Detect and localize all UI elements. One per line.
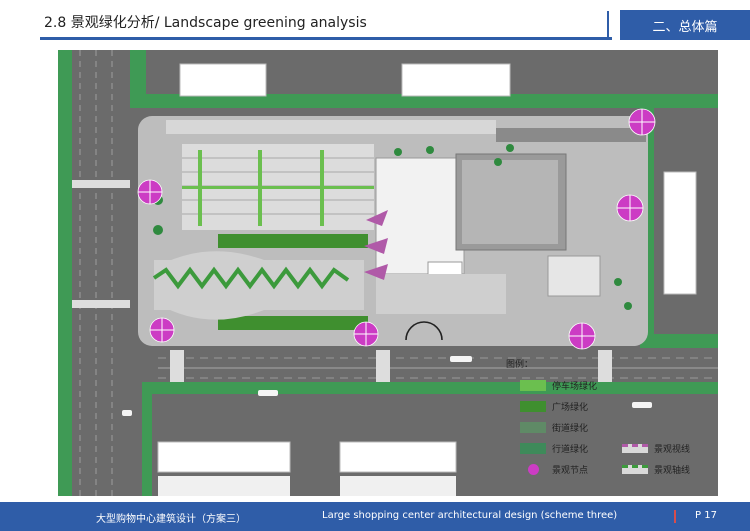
residential-block (339, 441, 457, 473)
chapter-tab[interactable]: 二、总体篇 (620, 10, 750, 40)
legend-swatch (520, 379, 546, 391)
legend-title: 图例： (506, 360, 534, 370)
footer-english-title: Large shopping center architectural desi… (322, 510, 618, 521)
legend-swatch (520, 463, 546, 475)
street-greenery-left (58, 50, 72, 496)
main-building (375, 157, 465, 275)
page-footer: 大型购物中心建筑设计（方案三） Large shopping center ar… (0, 502, 750, 531)
section-title: 2.8 景观绿化分析/ Landscape greening analysis (44, 15, 367, 31)
legend-swatch (622, 464, 648, 474)
legend-swatch (520, 400, 546, 412)
legend-swatch (520, 442, 546, 454)
header-rule (40, 37, 612, 40)
legend: 图例： 停车场绿化 广场绿化 街道绿化 行道绿化 景观视线 景观节点 景观轴线 (506, 357, 718, 487)
legend-item-landscape-sightline: 景观视线 (622, 442, 690, 455)
residential-block (179, 63, 267, 97)
legend-swatch (520, 421, 546, 433)
header-divider (607, 11, 609, 39)
legend-item-street-greenery: 街道绿化 (520, 421, 588, 434)
residential-block (663, 171, 697, 295)
page-number: P 17 (695, 510, 717, 521)
footer-project-title: 大型购物中心建筑设计（方案三） (96, 514, 246, 525)
legend-item-landscape-node: 景观节点 (520, 463, 588, 476)
legend-swatch (622, 443, 648, 453)
legend-item-plaza-greenery: 广场绿化 (520, 400, 588, 413)
footer-divider (674, 510, 676, 523)
residential-block (157, 441, 291, 473)
legend-item-sidewalk-greenery: 行道绿化 (520, 442, 588, 455)
residential-block (401, 63, 511, 97)
legend-item-parking-greenery: 停车场绿化 (520, 379, 597, 392)
legend-item-landscape-axis: 景观轴线 (622, 463, 690, 476)
